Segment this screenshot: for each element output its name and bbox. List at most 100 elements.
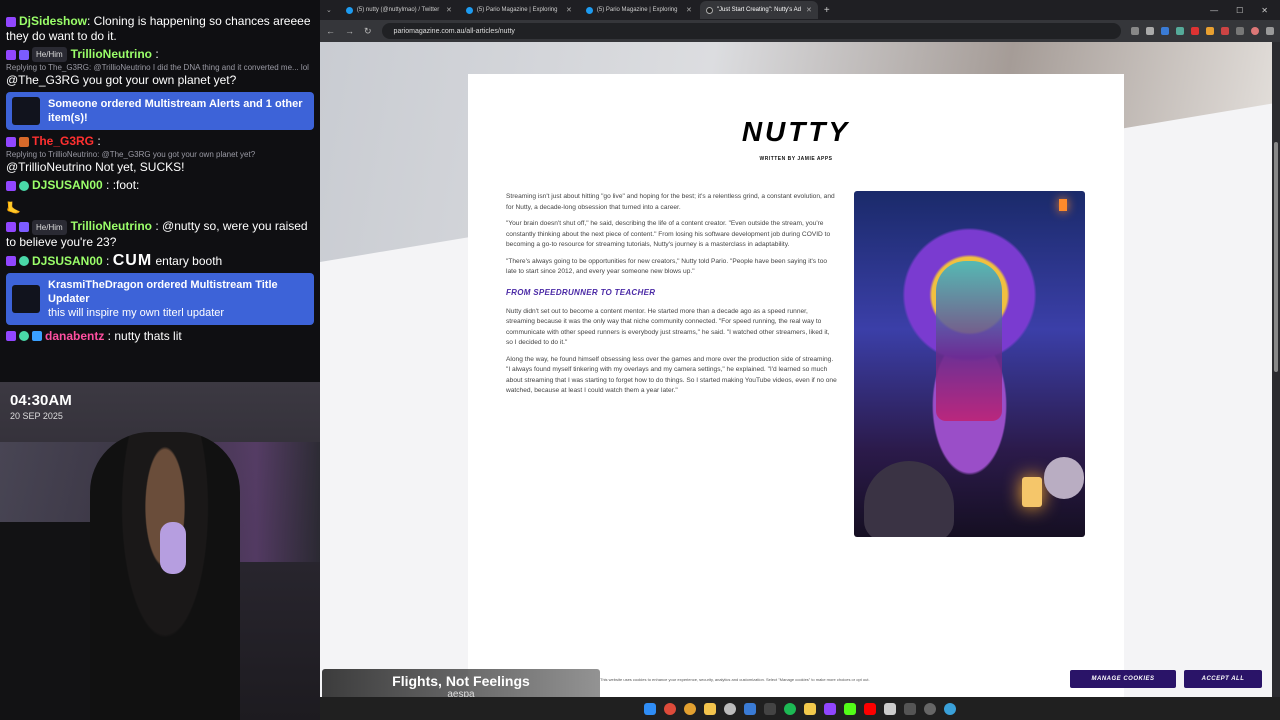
tab-twitter[interactable]: (5) nutty (@nuttylmao) / Twitter ✕ xyxy=(340,1,458,19)
microphone-icon xyxy=(160,522,186,574)
chat-text: : xyxy=(94,134,101,149)
kick-icon[interactable] xyxy=(844,702,856,715)
page-scrollbar[interactable] xyxy=(1272,42,1280,703)
star-icon[interactable] xyxy=(1146,27,1154,35)
paragraph: "There's always going to be opportunitie… xyxy=(506,257,828,276)
article-title: NUTTY xyxy=(741,116,851,147)
extension-icon[interactable] xyxy=(1176,27,1184,35)
close-tab-icon[interactable]: ✕ xyxy=(446,6,452,14)
prime-badge-icon xyxy=(19,222,29,233)
manage-cookies-button[interactable]: MANAGE COOKIES xyxy=(1070,670,1176,688)
prime-badge-icon xyxy=(19,49,29,60)
candle-icon xyxy=(1022,477,1042,507)
article-card: NUTTY WRITTEN BY JAMIE APPS Streaming is… xyxy=(468,74,1124,703)
clock-time: 04:30AM xyxy=(10,392,72,409)
throne-figure xyxy=(936,261,1002,421)
close-window-icon[interactable]: ✕ xyxy=(1261,6,1268,15)
tab-pario-2[interactable]: (5) Pario Magazine | Exploring ✕ xyxy=(580,1,698,19)
scrollbar-thumb[interactable] xyxy=(1274,142,1278,372)
nav-bar: ← → ↻ pariomagazine.com.au/all-articles/… xyxy=(320,20,1280,42)
app-icon[interactable] xyxy=(904,702,916,715)
tab-strip: ⌄ (5) nutty (@nuttylmao) / Twitter ✕ (5) … xyxy=(320,0,1280,20)
close-tab-icon[interactable]: ✕ xyxy=(566,6,572,14)
screen: DjSideshow: Cloning is happening so chan… xyxy=(0,0,1280,720)
back-icon[interactable]: ← xyxy=(326,26,335,36)
menu-icon[interactable] xyxy=(1266,27,1274,35)
tab-label: (5) nutty (@nuttylmao) / Twitter xyxy=(356,7,440,13)
browser-icon[interactable] xyxy=(684,702,696,715)
section-heading: FROM SPEEDRUNNER TO TEACHER xyxy=(506,287,656,297)
address-bar[interactable]: pariomagazine.com.au/all-articles/nutty xyxy=(381,23,1121,39)
sub-badge-icon xyxy=(6,256,16,267)
folder-icon[interactable] xyxy=(704,702,716,715)
obs-icon[interactable] xyxy=(724,702,736,715)
shield-badge-icon xyxy=(19,331,29,342)
twitter-icon xyxy=(585,6,593,14)
forward-icon[interactable]: → xyxy=(345,26,354,36)
tab-search-icon[interactable]: ⌄ xyxy=(326,6,332,14)
extension-icon[interactable] xyxy=(1206,27,1214,35)
chat-username: DjSideshow xyxy=(19,14,88,28)
profile-avatar[interactable] xyxy=(1251,27,1259,35)
chat-text: : xyxy=(152,47,159,61)
chat-message: DJSUSAN00 : :foot: 🦶 xyxy=(6,178,314,216)
accept-all-button[interactable]: ACCEPT ALL xyxy=(1184,670,1262,688)
maximize-icon[interactable]: ☐ xyxy=(1236,6,1243,15)
chrome-icon[interactable] xyxy=(664,702,676,715)
close-tab-icon[interactable]: ✕ xyxy=(806,6,812,14)
notes-icon[interactable] xyxy=(804,702,816,715)
tab-label: (5) Pario Magazine | Exploring xyxy=(596,7,678,13)
app-icon[interactable] xyxy=(924,702,936,715)
chat-username: TrillioNeutrino xyxy=(70,219,153,234)
chat-text: : :foot: xyxy=(102,178,140,193)
extension-icon[interactable] xyxy=(1191,27,1199,35)
paragraph: "Your brain doesn't shut off," he said, … xyxy=(506,220,831,248)
sub-badge-icon xyxy=(6,181,16,192)
chat-username: The_G3RG xyxy=(32,134,95,149)
app-icon[interactable] xyxy=(744,702,756,715)
chat-text: @The_G3RG you got your own planet yet? xyxy=(6,73,237,88)
chat-username: DJSUSAN00 xyxy=(32,253,103,268)
chat-message: DjSideshow: Cloning is happening so chan… xyxy=(6,14,314,44)
chat-username: TrillioNeutrino xyxy=(70,47,153,61)
tab-article[interactable]: "Just Start Creating": Nutty's Ad ✕ xyxy=(699,1,818,19)
browser-window: ⌄ (5) nutty (@nuttylmao) / Twitter ✕ (5) … xyxy=(320,0,1280,703)
product-thumbnail xyxy=(12,97,40,126)
puzzle-icon[interactable] xyxy=(1236,27,1244,35)
alert-title: Someone ordered Multistream Alerts and 1… xyxy=(48,98,303,125)
twitch-icon[interactable] xyxy=(824,702,836,715)
reload-icon[interactable]: ↻ xyxy=(364,26,372,37)
app-icon[interactable] xyxy=(764,702,776,715)
spotify-icon[interactable] xyxy=(784,702,796,715)
paragraph: Nutty didn't set out to become a content… xyxy=(506,307,830,347)
pronoun-badge: He/Him xyxy=(32,47,67,63)
product-thumbnail xyxy=(12,284,40,313)
shield-badge-icon xyxy=(19,256,29,267)
app-icon[interactable] xyxy=(944,702,956,715)
chat-alert: KrasmiTheDragon ordered Multistream Titl… xyxy=(6,272,314,325)
extension-icon[interactable] xyxy=(1221,27,1229,35)
close-tab-icon[interactable]: ✕ xyxy=(686,6,692,14)
chat-emote: CUM xyxy=(112,251,153,269)
chat-text: entary booth xyxy=(152,253,223,268)
tab-label: "Just Start Creating": Nutty's Ad xyxy=(716,7,801,13)
eye-off-icon[interactable] xyxy=(1131,27,1139,35)
new-tab-icon[interactable]: + xyxy=(824,5,830,16)
alert-title: KrasmiTheDragon ordered Multistream Titl… xyxy=(48,278,278,305)
sub-badge-icon xyxy=(6,331,16,342)
taskbar xyxy=(320,697,1280,720)
extension-icon[interactable] xyxy=(1161,27,1169,35)
app-icon[interactable] xyxy=(884,702,896,715)
site-icon xyxy=(705,6,713,14)
chat-message: The_G3RG : Replying to TrillioNeutrino: … xyxy=(6,134,314,175)
foot-emote-icon: 🦶 xyxy=(6,201,21,216)
paragraph: Along the way, he found himself obsessin… xyxy=(506,355,837,395)
tab-pario-1[interactable]: (5) Pario Magazine | Exploring ✕ xyxy=(460,1,578,19)
chat-reply-context: Replying to The_G3RG: @TrillioNeutrino I… xyxy=(6,63,309,73)
windows-start-icon[interactable] xyxy=(644,702,656,715)
skull-icon xyxy=(864,461,954,537)
minimize-icon[interactable]: — xyxy=(1210,6,1218,15)
chat-text: : nutty thats lit xyxy=(104,328,182,343)
youtube-icon[interactable] xyxy=(864,702,876,715)
paragraph: Streaming isn't just about hitting "go l… xyxy=(506,193,835,211)
